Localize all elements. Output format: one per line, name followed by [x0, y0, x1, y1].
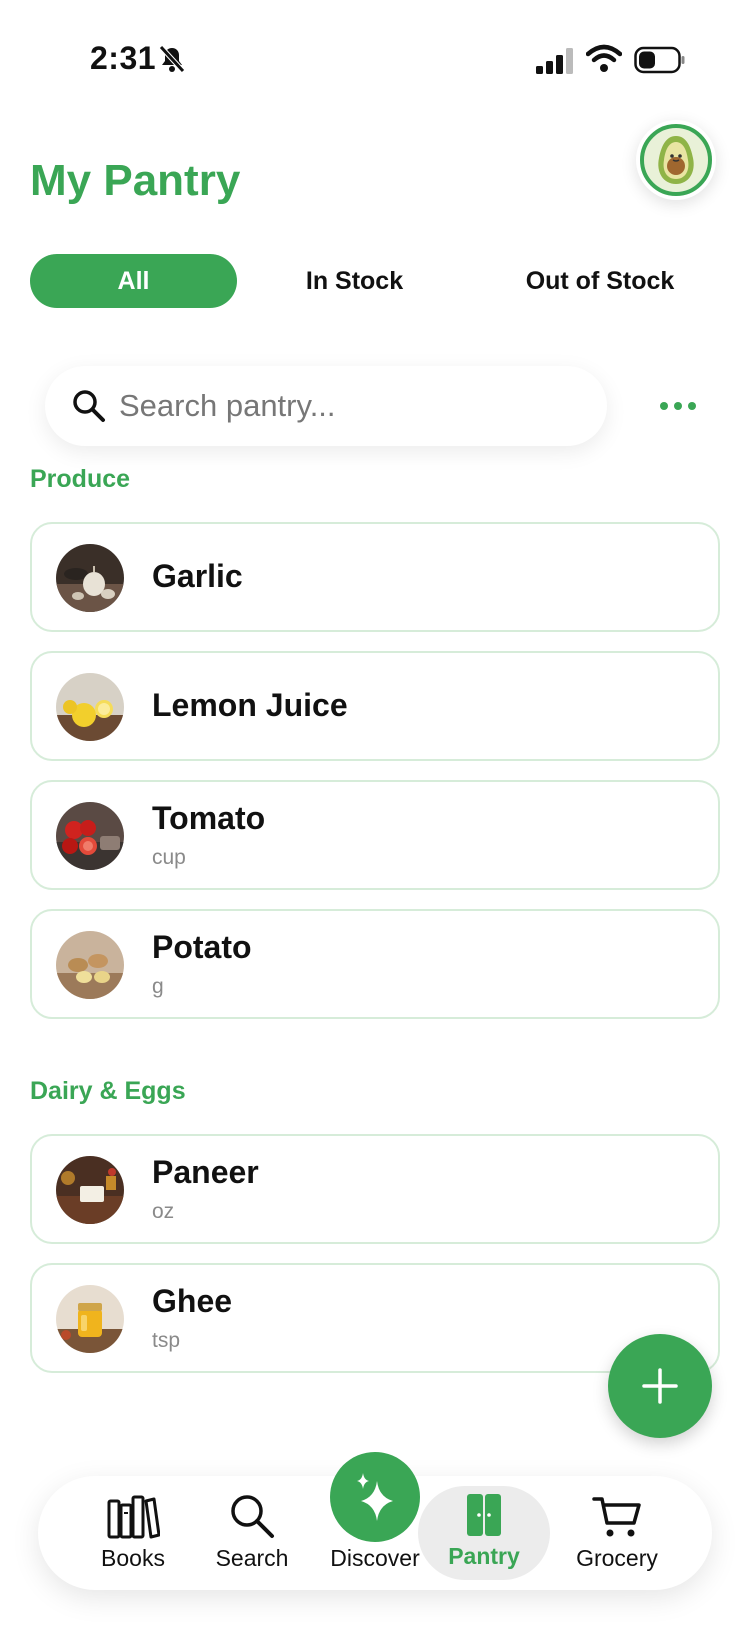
search-input[interactable] [119, 366, 589, 446]
nav-grocery[interactable]: Grocery [552, 1476, 682, 1590]
discover-button[interactable] [330, 1452, 420, 1542]
pantry-item-potato[interactable]: Potato g [30, 909, 720, 1019]
item-unit: tsp [152, 1329, 181, 1352]
dot-icon [674, 402, 682, 410]
item-name: Lemon Juice [152, 687, 348, 723]
signal-icon [536, 48, 573, 74]
sparkle-icon [357, 1473, 393, 1521]
avocado-avatar-icon [640, 124, 712, 196]
battery-icon [634, 46, 685, 74]
nav-label: Pantry [448, 1543, 520, 1569]
page-title: My Pantry [30, 156, 241, 205]
nav-books[interactable]: Books [78, 1476, 188, 1590]
paneer-image [56, 1156, 124, 1224]
tab-in-stock[interactable]: In Stock [252, 254, 457, 308]
search-bar [45, 366, 607, 446]
pantry-item-tomato[interactable]: Tomato cup [30, 780, 720, 890]
tab-out-of-stock[interactable]: Out of Stock [480, 254, 720, 308]
nav-label: Search [215, 1545, 289, 1571]
pantry-item-garlic[interactable]: Garlic [30, 522, 720, 632]
dot-icon [688, 402, 696, 410]
cart-icon [592, 1497, 641, 1537]
add-item-button[interactable] [608, 1334, 712, 1438]
nav-label: Grocery [576, 1545, 658, 1571]
wifi-icon [586, 44, 622, 72]
section-label-dairy-eggs: Dairy & Eggs [30, 1077, 186, 1105]
pantry-item-lemon-juice[interactable]: Lemon Juice [30, 651, 720, 761]
nav-label: Books [101, 1545, 165, 1571]
item-unit: oz [152, 1200, 175, 1223]
dot-icon [660, 402, 668, 410]
section-label-produce: Produce [30, 465, 131, 493]
garlic-image [56, 544, 124, 612]
item-name: Potato [152, 929, 252, 965]
tomato-image [56, 802, 124, 870]
ghee-image [56, 1285, 124, 1353]
more-options-button[interactable] [654, 388, 702, 424]
item-unit: g [152, 975, 164, 998]
item-unit: cup [152, 846, 186, 869]
item-name: Garlic [152, 558, 243, 594]
plus-icon [642, 1368, 678, 1404]
status-bar: 2:31 [0, 0, 750, 120]
nav-pantry[interactable]: Pantry [418, 1486, 550, 1580]
item-name: Ghee [152, 1283, 233, 1319]
avatar[interactable] [636, 120, 716, 200]
search-icon [231, 1495, 274, 1538]
lemon-juice-image [56, 673, 124, 741]
filter-tabs: All In Stock Out of Stock [30, 254, 720, 308]
bell-off-icon [159, 45, 185, 73]
potato-image [56, 931, 124, 999]
pantry-item-paneer[interactable]: Paneer oz [30, 1134, 720, 1244]
status-time: 2:31 [90, 40, 157, 76]
books-icon [107, 1495, 160, 1539]
search-icon [73, 390, 105, 422]
tab-all[interactable]: All [30, 254, 237, 308]
item-name: Paneer [152, 1154, 259, 1190]
nav-search[interactable]: Search [192, 1476, 312, 1590]
item-name: Tomato [152, 800, 266, 836]
nav-label: Discover [330, 1545, 420, 1571]
pantry-icon [467, 1494, 501, 1536]
